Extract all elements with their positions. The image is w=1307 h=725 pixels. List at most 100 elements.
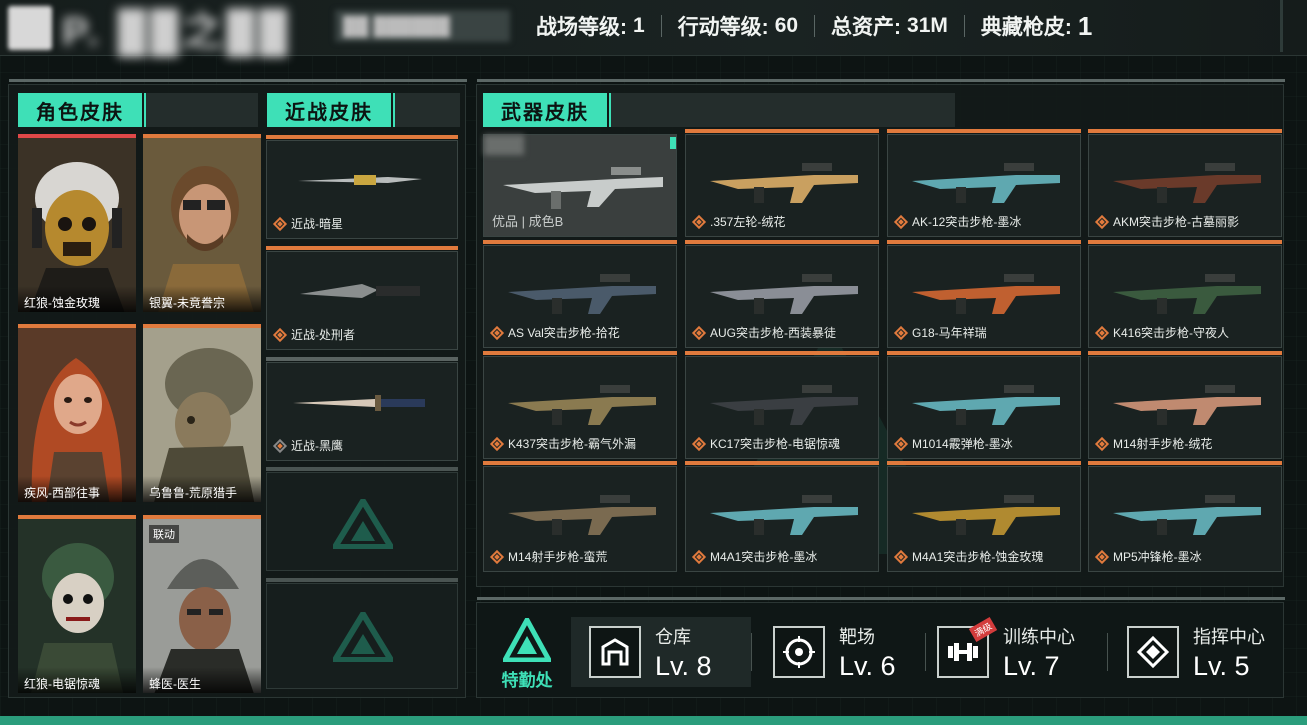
weapon-skin-card[interactable]: KC17突击步枪-电锯惊魂 [685,351,879,459]
weapon-skin-card[interactable]: M14射手步枪-蛮荒 [483,461,677,572]
empty-melee-slot [266,467,458,571]
stat-total-assets: 总资产: 31M [815,11,964,41]
rarity-bar [685,461,879,465]
weapon-skin-name: KC17突击步枪-电锯惊魂 [710,437,841,451]
character-skin-card[interactable]: 银翼-未竟誊宗 [143,134,261,312]
divider [477,79,1285,82]
weapon-skin-name: MP5冲锋枪-墨冰 [1113,550,1202,564]
rarity-bar [1088,240,1282,244]
facility-name: 仓库 [655,626,691,647]
rarity-bar [685,129,879,133]
melee-skin-card[interactable]: 近战-暗星 [266,135,458,239]
facility-level: Lv. 8 [655,650,712,681]
weapon-skin-card[interactable]: M14射手步枪-绒花 [1088,351,1282,459]
weapon-skin-label: AKM突击步枪-古墓丽影 [1094,213,1239,230]
special-ops-button[interactable]: 特勤处 [487,613,567,691]
divider [1280,0,1283,52]
empty-melee-slot [266,578,458,689]
facility-warehouse[interactable]: 仓库 Lv. 8 [589,617,712,687]
weapon-skin-card[interactable]: AK-12突击步枪-墨冰 [887,129,1081,237]
weapon-skin-label: AUG突击步枪-西装暴徒 [691,324,837,341]
weapon-skin-name: M1014霰弹枪-墨冰 [912,437,1013,451]
character-skin-card[interactable]: 红狼-电锯惊魂 [18,515,136,693]
divider [9,79,467,82]
facility-training-center[interactable]: 满级 训练中心 Lv. 7 [937,617,1075,687]
knife-image [300,284,420,298]
weapon-skin-card[interactable]: .357左轮-绒花 [685,129,879,237]
weapon-skin-card[interactable]: K416突击步枪-守夜人 [1088,240,1282,348]
rarity-bar [483,240,677,244]
weapon-skin-card[interactable]: AKM突击步枪-古墓丽影 [1088,129,1282,237]
rarity-bar [483,461,677,465]
quality-icon [489,325,505,340]
target-icon [773,626,825,678]
melee-skin-name: 近战-黑鹰 [291,439,343,453]
weapon-skin-label: AK-12突击步枪-墨冰 [893,213,1022,230]
command-icon [1127,626,1179,678]
quality-icon [489,549,505,564]
header: P. ██之██ ██ ██████ 战场等级: 1 行动等级: 60 总资产: 3… [0,0,1307,56]
special-ops-label: 特勤处 [501,671,553,690]
weapon-image [1113,495,1261,535]
weapon-skin-card[interactable]: MP5冲锋枪-墨冰 [1088,461,1282,572]
character-skin-card[interactable]: 疾风-西部往事 [18,324,136,502]
weapon-image [710,274,858,314]
player-name: P. ██之██ [62,10,292,54]
melee-skin-label: 近战-处刑者 [272,326,355,343]
rarity-bar [887,351,1081,355]
stat-operation-level: 行动等级: 60 [662,11,814,41]
blurred-tag [484,135,524,155]
character-skin-card[interactable]: 联动 蜂医-医生 [143,515,261,693]
rarity-bar [266,467,458,471]
stat-label: 行动等级: [677,16,769,39]
weapon-skin-card[interactable]: K437突击步枪-霸气外漏 [483,351,677,459]
weapon-skin-card[interactable]: M4A1突击步枪-蚀金玫瑰 [887,461,1081,572]
stat-label: 总资产: [831,16,902,39]
weapon-skin-name: G18-马年祥瑞 [912,326,987,340]
quality-icon [272,216,288,231]
weapon-image [508,274,656,314]
rarity-bar [266,135,458,139]
facility-range[interactable]: 靶场 Lv. 6 [773,617,896,687]
triangle-logo-icon [503,618,551,662]
title-bar [395,93,460,127]
stat-value: 1 [1077,10,1093,41]
weapon-skin-card[interactable]: AS Val突击步枪-拾花 [483,240,677,348]
divider [477,597,1285,600]
weapon-skin-card[interactable]: G18-马年祥瑞 [887,240,1081,348]
quality-icon [1094,325,1110,340]
weapon-skin-card[interactable]: M1014霰弹枪-墨冰 [887,351,1081,459]
weapon-skin-label: M14射手步枪-绒花 [1094,435,1213,452]
character-skin-name: 蜂医-医生 [143,667,261,693]
character-skin-name: 红狼-电锯惊魂 [18,667,136,693]
title-bar [611,93,955,127]
weapon-skin-label: G18-马年祥瑞 [893,324,987,341]
weapon-skin-label: K416突击步枪-守夜人 [1094,324,1230,341]
featured-weapon-card[interactable]: 优品 | 成色B [483,134,677,237]
rarity-bar [1088,351,1282,355]
weapon-skin-name: M4A1突击步枪-墨冰 [710,550,818,564]
melee-skin-card[interactable]: 近战-黑鹰 [266,357,458,461]
weapon-skin-card[interactable]: AUG突击步枪-西装暴徒 [685,240,879,348]
weapon-image [912,385,1060,425]
weapon-skins-title: 武器皮肤 [483,93,613,127]
weapon-skin-label: M4A1突击步枪-蚀金玫瑰 [893,548,1043,565]
player-avatar [8,6,52,50]
melee-skin-card[interactable]: 近战-处刑者 [266,246,458,350]
character-skin-card[interactable]: 乌鲁鲁-荒原猎手 [143,324,261,502]
character-skin-name: 红狼-蚀金玫瑰 [18,286,136,312]
weapon-skin-label: M1014霰弹枪-墨冰 [893,435,1013,452]
stat-value: 1 [633,14,645,37]
weapon-skin-card[interactable]: M4A1突击步枪-墨冰 [685,461,879,572]
weapon-skin-name: K416突击步枪-守夜人 [1113,326,1230,340]
weapon-skin-name: AUG突击步枪-西装暴徒 [710,326,837,340]
quality-icon [272,438,288,453]
character-skin-card[interactable]: 红狼-蚀金玫瑰 [18,134,136,312]
rarity-bar [1088,461,1282,465]
facility-command-center[interactable]: 指挥中心 Lv. 5 [1127,617,1265,687]
weapon-skin-name: M14射手步枪-绒花 [1113,437,1213,451]
bottom-accent-strip [0,716,1307,725]
rarity-bar [685,240,879,244]
weapon-skin-name: AK-12突击步枪-墨冰 [912,215,1022,229]
player-name-block: P. ██之██ [8,6,308,54]
